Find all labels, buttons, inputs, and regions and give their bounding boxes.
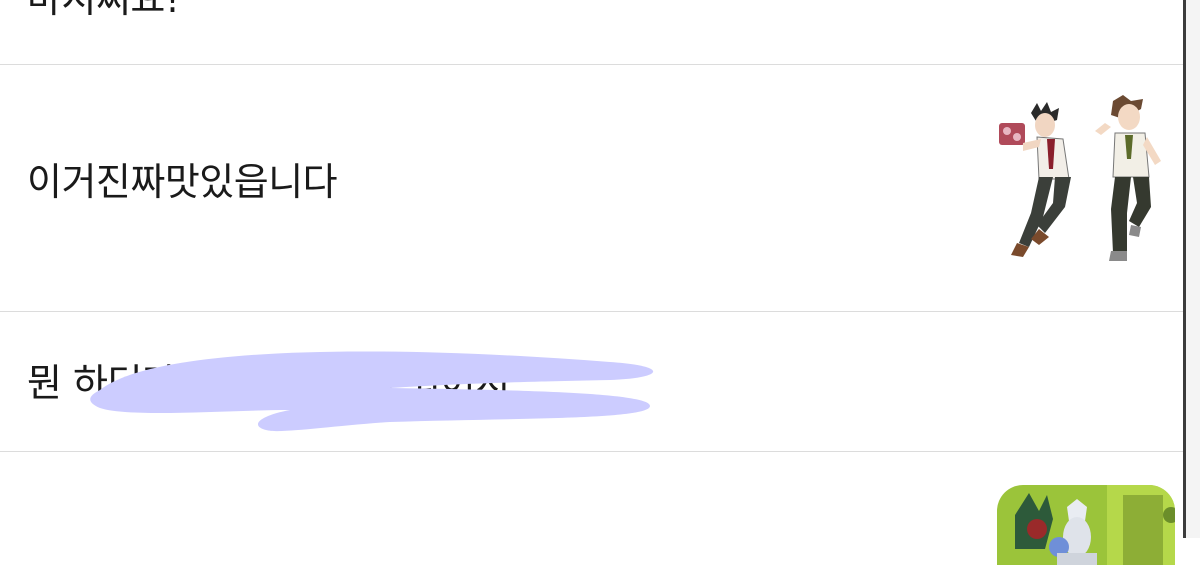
list-item[interactable] — [0, 452, 1183, 565]
post-list: 마시쪄요! 이거진짜맛있읍니다 — [0, 0, 1183, 565]
characters-thumbnail[interactable] — [993, 93, 1177, 279]
scrollbar[interactable] — [1183, 0, 1200, 538]
list-item[interactable]: 마시쪄요! — [0, 0, 1183, 65]
list-item[interactable]: 뭔 하더라도 참아보시게 되어서 — [0, 312, 1183, 452]
character-left — [999, 102, 1071, 257]
character-right — [1095, 95, 1161, 261]
list-item-text: 뭔 하더라도 참아보시게 되어서 — [27, 361, 510, 405]
figurines-thumbnail[interactable] — [997, 485, 1175, 565]
list-item-text: 이거진짜맛있읍니다 — [27, 160, 338, 204]
list-item-text: 마시쪄요! — [27, 0, 180, 18]
list-item[interactable]: 이거진짜맛있읍니다 — [0, 65, 1183, 312]
